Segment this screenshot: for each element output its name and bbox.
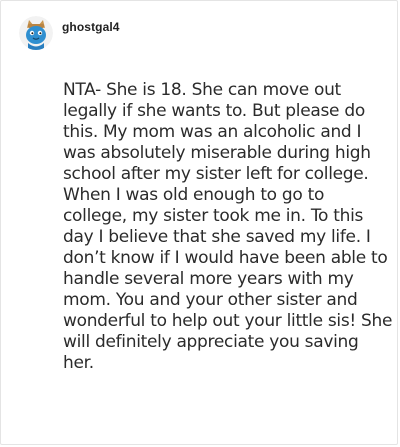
comment-card: ghostgal4 NTA- She is 18. She can move o… <box>0 0 398 445</box>
comment-header: ghostgal4 <box>19 15 120 51</box>
ghost-cat-avatar-icon <box>19 16 53 50</box>
username[interactable]: ghostgal4 <box>62 20 120 34</box>
comment-body: NTA- She is 18. She can move out legally… <box>63 80 393 373</box>
avatar[interactable] <box>19 16 53 50</box>
